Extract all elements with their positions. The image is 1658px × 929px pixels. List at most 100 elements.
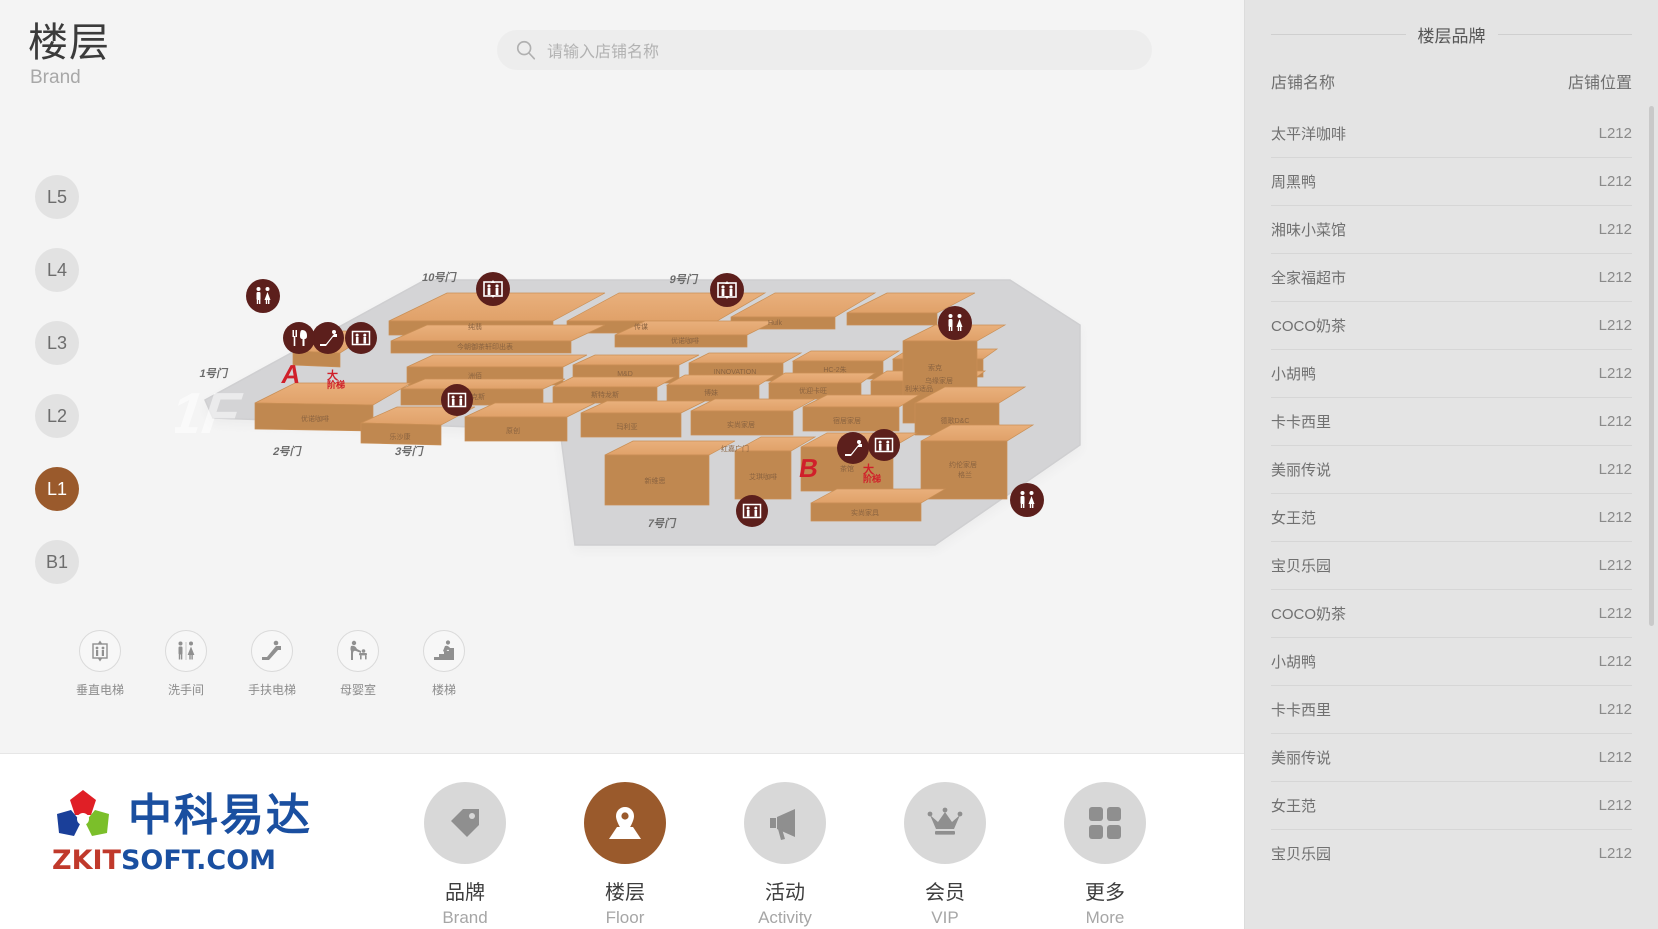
panel-header: 楼层品牌 <box>1245 0 1658 55</box>
search-input[interactable]: 请输入店铺名称 <box>497 30 1152 70</box>
facility-escalator[interactable]: 手扶电梯 <box>248 630 297 698</box>
brand-rows: 太平洋咖啡 L212 周黑鸭 L212 湘味小菜馆 L212 全家福超市 L212 COCO奶茶… <box>1271 109 1632 877</box>
brand-row[interactable]: 湘味小菜馆 L212 <box>1271 205 1632 253</box>
brand-location: L212 <box>1598 653 1632 670</box>
brand-row[interactable]: COCO奶茶 L212 <box>1271 301 1632 349</box>
brand-row[interactable]: 周黑鸭 L212 <box>1271 157 1632 205</box>
brand-name: 太平洋咖啡 <box>1271 125 1347 143</box>
crown-icon <box>904 782 986 864</box>
brand-location: L212 <box>1598 797 1632 814</box>
brand-location: L212 <box>1598 749 1632 766</box>
nav-item-activity[interactable]: 活动 Activity <box>740 782 830 928</box>
floor-button-l2[interactable]: L2 <box>35 394 79 438</box>
svg-text:7号门: 7号门 <box>647 516 678 530</box>
map-pin-icon <box>584 782 666 864</box>
brand-location: L212 <box>1598 317 1632 334</box>
svg-text:格兰: 格兰 <box>958 470 972 479</box>
brand-location: L212 <box>1598 701 1632 718</box>
brand-name: 湘味小菜馆 <box>1271 222 1347 239</box>
search-placeholder: 请输入店铺名称 <box>547 44 660 61</box>
svg-text:纯翡: 纯翡 <box>468 322 482 331</box>
elevator-icon <box>79 630 121 672</box>
grid-icon <box>1064 782 1146 864</box>
brand-name: 宝贝乐园 <box>1271 846 1332 863</box>
svg-text:Hulk: Hulk <box>768 320 783 327</box>
brand-row[interactable]: 小胡鸭 L212 <box>1271 637 1632 685</box>
brand-row[interactable]: 女王范 L212 <box>1271 493 1632 541</box>
brand-row[interactable]: 美丽传说 L212 <box>1271 733 1632 781</box>
facility-legend: 垂直电梯 洗手间 手扶电梯 母婴室 楼梯 <box>76 630 466 698</box>
megaphone-icon <box>744 782 826 864</box>
floor-button-l1[interactable]: L1 <box>35 467 79 511</box>
facility-label: 手扶电梯 <box>248 683 297 697</box>
svg-text:红嘉广门: 红嘉广门 <box>721 444 749 453</box>
page-title-cn: 楼层 <box>28 21 110 65</box>
svg-text:优迎卡旺: 优迎卡旺 <box>799 386 827 395</box>
brand-row[interactable]: 卡卡西里 L212 <box>1271 397 1632 445</box>
svg-text:10号门: 10号门 <box>421 270 458 284</box>
floor-button-l5[interactable]: L5 <box>35 175 79 219</box>
brand-name: 宝贝乐园 <box>1271 558 1332 575</box>
brand-name: 小胡鸭 <box>1271 366 1317 383</box>
svg-text:2号门: 2号门 <box>272 444 303 458</box>
svg-text:斯特龙斯: 斯特龙斯 <box>591 390 619 399</box>
nav-items: 品牌 Brand 楼层 Floor 活动 Activity 会员 VIP 更多 More <box>420 782 1150 928</box>
floor-selector: L5 L4 L3 L2 L1 B1 <box>35 175 79 613</box>
brand-row[interactable]: 全家福超市 L212 <box>1271 253 1632 301</box>
floor-button-l4[interactable]: L4 <box>35 248 79 292</box>
brand-row[interactable]: 美丽传说 L212 <box>1271 445 1632 493</box>
svg-text:约伦家居: 约伦家居 <box>949 460 977 469</box>
nav-label-cn: 更多 <box>1085 882 1125 904</box>
svg-text:玛利亚: 玛利亚 <box>617 422 638 431</box>
brand-row[interactable]: COCO奶茶 L212 <box>1271 589 1632 637</box>
panel-scrollbar[interactable] <box>1649 106 1654 626</box>
brand-location: L212 <box>1598 124 1632 142</box>
svg-text:宿居家居: 宿居家居 <box>833 416 861 425</box>
brand-row[interactable]: 小胡鸭 L212 <box>1271 349 1632 397</box>
brand-table-header: 店铺名称 店铺位置 <box>1271 55 1632 109</box>
brand-name: COCO奶茶 <box>1271 606 1347 623</box>
nav-item-more[interactable]: 更多 More <box>1060 782 1150 928</box>
nav-label-cn: 活动 <box>765 882 805 904</box>
brand-name: 美丽传说 <box>1271 462 1332 479</box>
floor-map[interactable]: 1F 1号门 2号门 3号门 7号门 9号门 10号门 纯翡 传谋 Hulk 今… <box>175 255 1135 575</box>
main-content-area: 楼层 Brand 请输入店铺名称 L5 L4 L3 L2 L1 B1 1F 1号… <box>0 0 1244 753</box>
brand-location: L212 <box>1598 173 1632 190</box>
brand-name: 女王范 <box>1271 798 1317 815</box>
svg-text:1号门: 1号门 <box>198 366 229 380</box>
column-header-location: 店铺位置 <box>1567 75 1632 92</box>
nav-item-brand[interactable]: 品牌 Brand <box>420 782 510 928</box>
svg-text:今朝御茶轩印出表: 今朝御茶轩印出表 <box>457 342 513 351</box>
bottom-navigation-bar: 中科易达 ZKITSOFT.COM 品牌 Brand 楼层 Floor 活动 Activi… <box>0 753 1244 929</box>
svg-text:优诺咖啡: 优诺咖啡 <box>671 336 699 345</box>
facility-restroom[interactable]: 洗手间 <box>164 630 208 698</box>
logo-mark-icon <box>57 790 109 836</box>
brand-location: L212 <box>1598 557 1632 574</box>
svg-text:乐沙康: 乐沙康 <box>390 432 411 441</box>
svg-text:索克: 索克 <box>928 363 942 372</box>
restroom-icon <box>165 630 207 672</box>
svg-text:实尚家具: 实尚家具 <box>851 508 879 517</box>
brand-name: 卡卡西里 <box>1271 702 1332 719</box>
panel-rule-left <box>1271 34 1406 35</box>
search-icon <box>516 40 536 60</box>
facility-baby-care[interactable]: 母婴室 <box>336 630 380 698</box>
logo-url: ZKITSOFT.COM <box>52 846 382 876</box>
facility-elevator[interactable]: 垂直电梯 <box>76 630 124 698</box>
brand-logo: 中科易达 ZKITSOFT.COM <box>52 788 382 876</box>
svg-text:1F: 1F <box>175 380 250 445</box>
floor-button-l3[interactable]: L3 <box>35 321 79 365</box>
brand-location: L212 <box>1598 269 1632 286</box>
facility-stairs[interactable]: 楼梯 <box>422 630 466 698</box>
svg-text:阶梯: 阶梯 <box>863 473 881 484</box>
brand-row[interactable]: 卡卡西里 L212 <box>1271 685 1632 733</box>
brand-row[interactable]: 太平洋咖啡 L212 <box>1271 109 1632 157</box>
brand-row[interactable]: 宝贝乐园 L212 <box>1271 541 1632 589</box>
brand-row[interactable]: 宝贝乐园 L212 <box>1271 829 1632 877</box>
brand-row[interactable]: 女王范 L212 <box>1271 781 1632 829</box>
floor-button-b1[interactable]: B1 <box>35 540 79 584</box>
nav-item-vip[interactable]: 会员 VIP <box>900 782 990 928</box>
nav-item-floor[interactable]: 楼层 Floor <box>580 782 670 928</box>
brand-name: 周黑鸭 <box>1271 174 1317 191</box>
floor-map-svg: 1F 1号门 2号门 3号门 7号门 9号门 10号门 纯翡 传谋 Hulk 今… <box>175 270 1081 546</box>
